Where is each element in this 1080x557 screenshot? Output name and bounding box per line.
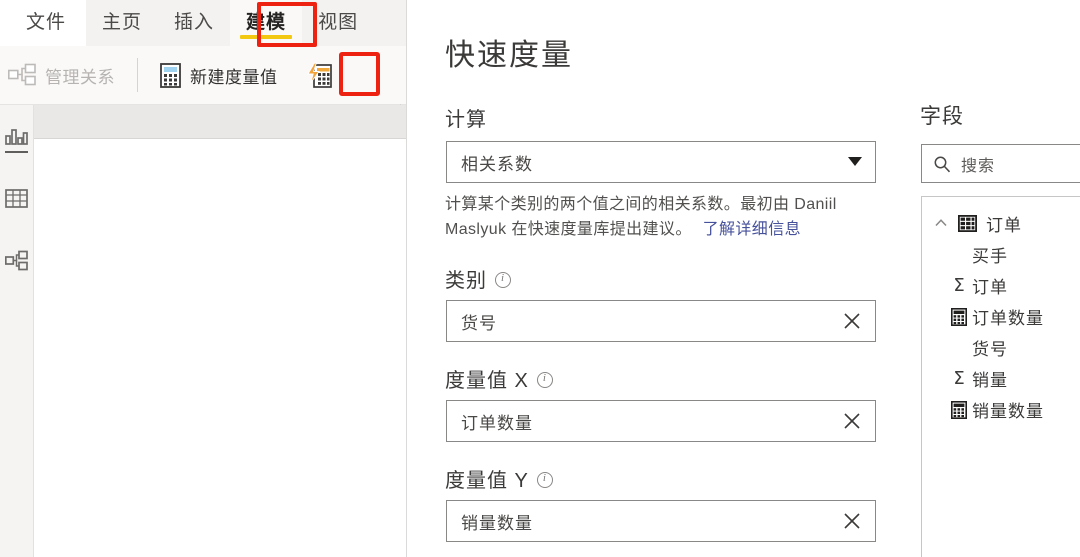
info-icon[interactable] [495, 271, 511, 288]
fields-search-input[interactable]: 搜索 [921, 144, 1080, 183]
manage-relationships-icon [8, 63, 36, 87]
measure-calculator-icon [950, 400, 968, 419]
ribbon-separator-1 [137, 58, 138, 92]
field-name: 订单 [972, 278, 1008, 297]
fields-table-name: 订单 [986, 215, 1022, 235]
ribbon-group-calculations: 新建度量值 [152, 46, 341, 104]
info-icon[interactable] [536, 471, 553, 488]
sigma-icon: Σ [953, 274, 965, 296]
field-name: 销量 [972, 371, 1008, 390]
ribbon-tab-file[interactable]: 文件 [8, 0, 87, 46]
ribbon-tab-strip-spacer [0, 0, 8, 46]
field-row-order-quantity[interactable]: 订单数量 [922, 301, 1080, 332]
chevron-down-icon [848, 157, 862, 166]
measure-y-well-label-text: 度量值 Y [445, 470, 529, 492]
chevron-up-icon[interactable] [933, 215, 949, 231]
ribbon-tab-strip: 文件 主页 插入 建模 视图 [0, 0, 406, 46]
view-rail-item-data[interactable] [0, 167, 33, 229]
manage-relationships-label: 管理关系 [45, 67, 115, 87]
manage-relationships-button[interactable]: 管理关系 [0, 53, 123, 97]
category-well-value: 货号 [461, 313, 497, 333]
close-icon[interactable] [841, 510, 863, 532]
field-row-sales[interactable]: Σ 销量 [922, 363, 1080, 394]
ribbon-tab-insert[interactable]: 插入 [158, 0, 230, 46]
field-row-item-number[interactable]: 货号 [922, 332, 1080, 363]
field-row-order[interactable]: Σ 订单 [922, 270, 1080, 301]
field-name: 销量数量 [972, 402, 1044, 421]
ribbon-tab-home[interactable]: 主页 [86, 0, 158, 46]
info-icon[interactable] [536, 371, 553, 388]
category-well-field[interactable]: 货号 [446, 300, 876, 342]
ribbon-tab-modeling[interactable]: 建模 [230, 0, 303, 46]
calculation-selected-value: 相关系数 [461, 154, 533, 174]
calculation-section-label: 计算 [445, 103, 487, 132]
quick-measure-button[interactable] [298, 53, 341, 97]
fields-pane-title: 字段 [920, 105, 964, 128]
measure-calculator-icon [950, 307, 968, 326]
quick-measure-icon [306, 62, 333, 89]
measure-y-well-value: 销量数量 [461, 513, 533, 533]
close-icon[interactable] [841, 310, 863, 332]
sigma-icon: Σ [953, 367, 965, 389]
learn-more-link[interactable]: 了解详细信息 [703, 221, 801, 238]
active-tab-underline [240, 35, 293, 39]
measure-x-well-value: 订单数量 [461, 413, 533, 433]
field-row-sales-quantity[interactable]: 销量数量 [922, 394, 1080, 425]
calculation-label-text: 计算 [445, 109, 487, 131]
powerbi-app-backdrop: 文件 主页 插入 建模 视图 管理关系 新建度量值 [0, 0, 406, 557]
category-well-label-text: 类别 [445, 270, 487, 292]
new-measure-label: 新建度量值 [190, 67, 278, 87]
view-switcher-rail [0, 105, 34, 557]
field-row-buyer[interactable]: 买手 [922, 239, 1080, 270]
data-view-table-icon [5, 188, 28, 209]
table-icon [957, 214, 978, 232]
measure-y-well-field[interactable]: 销量数量 [446, 500, 876, 542]
report-view-bar-chart-icon [5, 126, 28, 147]
new-measure-button[interactable]: 新建度量值 [152, 53, 286, 97]
close-icon[interactable] [841, 410, 863, 432]
measure-y-well-label: 度量值 Y [445, 464, 553, 493]
ribbon-tab-view-label: 视图 [318, 12, 359, 33]
field-name: 买手 [972, 247, 1008, 266]
ribbon-tab-insert-label: 插入 [174, 12, 215, 33]
measure-x-well-label-text: 度量值 X [445, 370, 529, 392]
ribbon-tab-view[interactable]: 视图 [302, 0, 374, 46]
search-icon [933, 155, 951, 173]
model-view-relationship-icon [4, 250, 28, 271]
formula-bar-strip [34, 105, 406, 139]
calculation-dropdown[interactable]: 相关系数 [446, 141, 876, 183]
ribbon-command-bar: 管理关系 新建度量值 [0, 46, 406, 138]
category-well-label: 类别 [445, 264, 511, 293]
calculation-description: 计算某个类别的两个值之间的相关系数。最初由 Daniil Maslyuk 在快速… [445, 192, 877, 242]
ribbon-tab-home-label: 主页 [102, 12, 143, 33]
measure-x-well-field[interactable]: 订单数量 [446, 400, 876, 442]
new-measure-calculator-icon [160, 62, 181, 88]
fields-table-row-orders[interactable]: 订单 [922, 207, 1080, 239]
fields-tree: 订单 买手 Σ 订单 订单数量 货号 Σ 销量 销量数量 [921, 196, 1080, 557]
ribbon-group-relationships: 管理关系 [0, 46, 123, 104]
ribbon-tab-file-label: 文件 [26, 12, 67, 33]
view-rail-item-report[interactable] [0, 105, 33, 167]
view-rail-item-model[interactable] [0, 229, 33, 291]
field-name: 货号 [972, 340, 1008, 359]
measure-x-well-label: 度量值 X [445, 364, 553, 393]
field-name: 订单数量 [972, 309, 1044, 328]
ribbon-tab-modeling-label: 建模 [246, 12, 287, 33]
report-canvas[interactable] [34, 139, 406, 557]
dialog-title: 快速度量 [445, 39, 573, 72]
fields-pane: 字段 搜索 订单 买手 Σ 订单 订单数量 货号 Σ 销量 销量数量 [912, 0, 1080, 557]
fields-search-placeholder: 搜索 [961, 157, 996, 175]
